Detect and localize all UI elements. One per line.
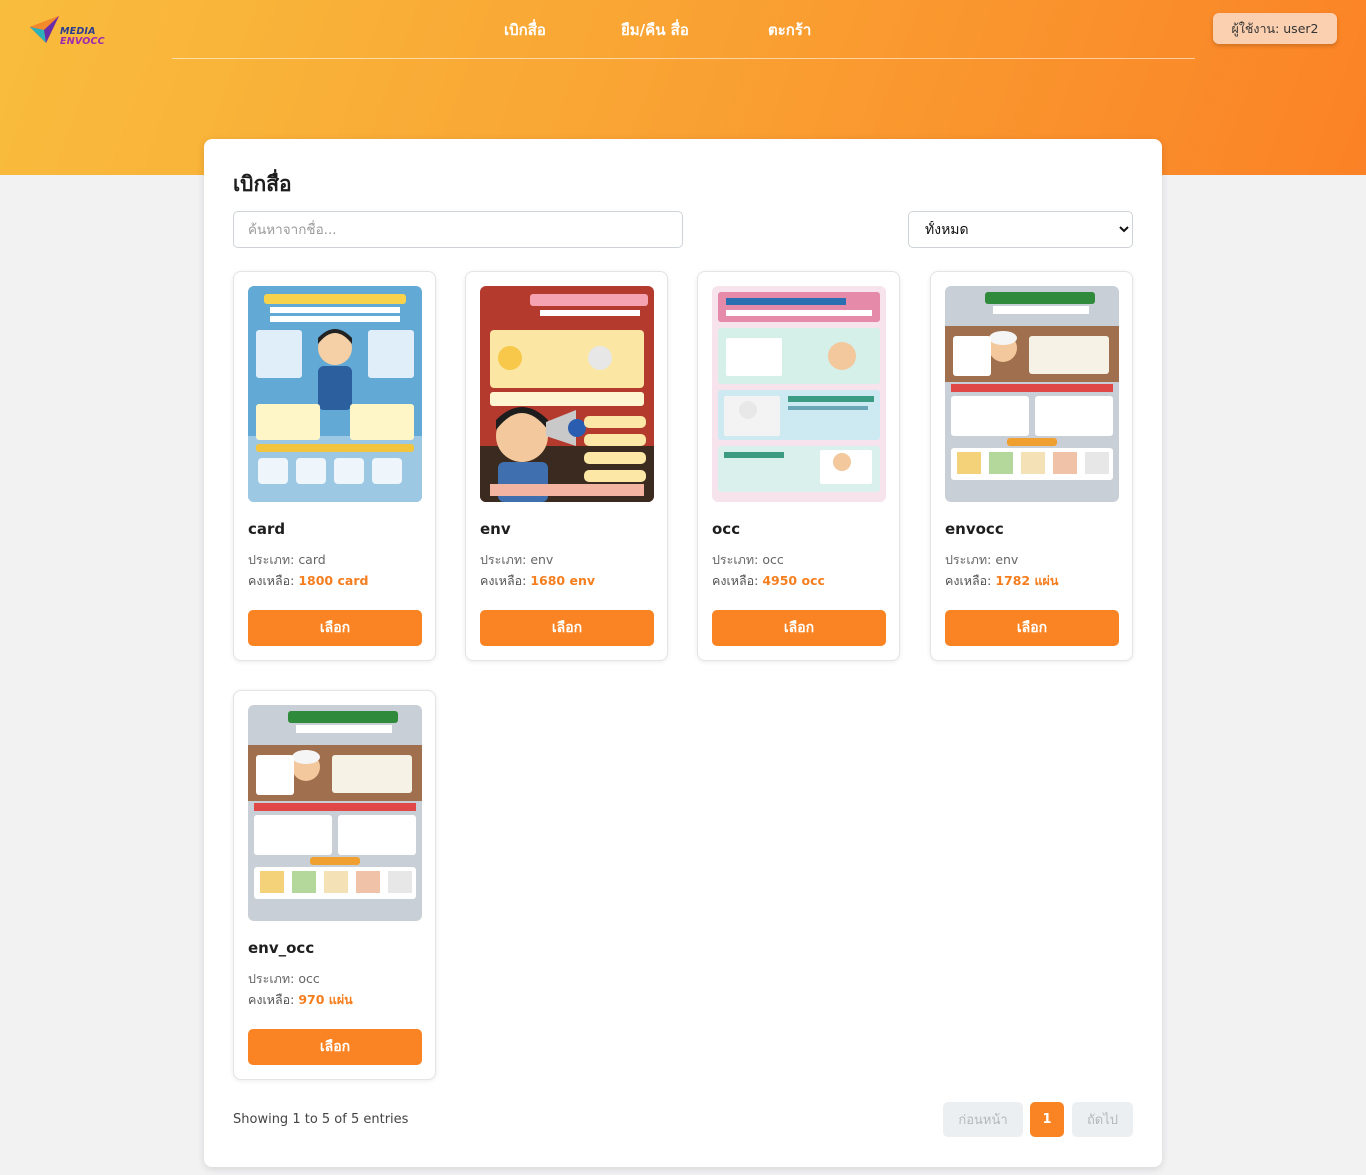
type-value: occ bbox=[762, 552, 784, 567]
media-stock: คงเหลือ: 1800 card bbox=[248, 571, 368, 591]
pagination-next-button[interactable]: ถัดไป bbox=[1072, 1102, 1133, 1137]
page-title: เบิกสื่อ bbox=[233, 172, 292, 196]
type-prefix: ประเภท: bbox=[248, 552, 299, 567]
type-value: occ bbox=[298, 971, 320, 986]
stock-value: 4950 occ bbox=[762, 573, 825, 588]
stock-prefix: คงเหลือ: bbox=[248, 573, 299, 588]
pagination-page-1[interactable]: 1 bbox=[1030, 1102, 1064, 1137]
stock-prefix: คงเหลือ: bbox=[712, 573, 763, 588]
media-name: env_occ bbox=[248, 939, 315, 957]
media-type: ประเภท: card bbox=[248, 550, 326, 570]
type-prefix: ประเภท: bbox=[248, 971, 299, 986]
media-name: envocc bbox=[945, 520, 1004, 538]
type-prefix: ประเภท: bbox=[945, 552, 996, 567]
media-type: ประเภท: env bbox=[480, 550, 553, 570]
media-name: env bbox=[480, 520, 511, 538]
stock-prefix: คงเหลือ: bbox=[480, 573, 531, 588]
nav-borrow-return[interactable]: ยืม/คืน สื่อ bbox=[621, 18, 689, 42]
search-input[interactable] bbox=[233, 211, 683, 248]
type-value: card bbox=[298, 552, 326, 567]
media-name: card bbox=[248, 520, 286, 538]
poster-thumbnail[interactable] bbox=[248, 705, 422, 921]
nav-divider bbox=[172, 58, 1195, 59]
select-button[interactable]: เลือก bbox=[480, 610, 654, 646]
media-type: ประเภท: occ bbox=[712, 550, 784, 570]
media-stock: คงเหลือ: 1680 env bbox=[480, 571, 595, 591]
media-stock: คงเหลือ: 1782 แผ่น bbox=[945, 571, 1058, 591]
select-button[interactable]: เลือก bbox=[712, 610, 886, 646]
nav-withdraw-media[interactable]: เบิกสื่อ bbox=[504, 18, 546, 42]
user-menu-button[interactable]: ผู้ใช้งาน: user2 bbox=[1213, 13, 1337, 44]
type-filter-select[interactable]: ทั้งหมด bbox=[908, 211, 1133, 248]
stock-prefix: คงเหลือ: bbox=[248, 992, 299, 1007]
media-card: env_occ ประเภท: occ คงเหลือ: 970 แผ่น เล… bbox=[233, 690, 436, 1080]
poster-thumbnail[interactable] bbox=[248, 286, 422, 502]
entries-info: Showing 1 to 5 of 5 entries bbox=[233, 1112, 409, 1127]
poster-thumbnail[interactable] bbox=[945, 286, 1119, 502]
media-card: env ประเภท: env คงเหลือ: 1680 env เลือก bbox=[465, 271, 668, 661]
main-nav: เบิกสื่อ ยืม/คืน สื่อ ตะกร้า bbox=[0, 18, 1366, 42]
select-button[interactable]: เลือก bbox=[945, 610, 1119, 646]
select-button[interactable]: เลือก bbox=[248, 610, 422, 646]
stock-value: 970 แผ่น bbox=[298, 992, 353, 1007]
media-card: envocc ประเภท: env คงเหลือ: 1782 แผ่น เล… bbox=[930, 271, 1133, 661]
type-prefix: ประเภท: bbox=[712, 552, 763, 567]
media-stock: คงเหลือ: 4950 occ bbox=[712, 571, 825, 591]
pagination-prev-button[interactable]: ก่อนหน้า bbox=[943, 1102, 1023, 1137]
media-card: card ประเภท: card คงเหลือ: 1800 card เลื… bbox=[233, 271, 436, 661]
poster-thumbnail[interactable] bbox=[480, 286, 654, 502]
stock-value: 1680 env bbox=[530, 573, 596, 588]
stock-prefix: คงเหลือ: bbox=[945, 573, 996, 588]
media-type: ประเภท: env bbox=[945, 550, 1018, 570]
media-type: ประเภท: occ bbox=[248, 969, 320, 989]
stock-value: 1800 card bbox=[298, 573, 369, 588]
nav-cart[interactable]: ตะกร้า bbox=[768, 18, 811, 42]
content-panel: เบิกสื่อ ทั้งหมด bbox=[204, 139, 1162, 1167]
media-name: occ bbox=[712, 520, 741, 538]
stock-value: 1782 แผ่น bbox=[995, 573, 1059, 588]
type-value: env bbox=[530, 552, 554, 567]
type-prefix: ประเภท: bbox=[480, 552, 531, 567]
type-value: env bbox=[995, 552, 1019, 567]
media-stock: คงเหลือ: 970 แผ่น bbox=[248, 990, 353, 1010]
select-button[interactable]: เลือก bbox=[248, 1029, 422, 1065]
poster-thumbnail[interactable] bbox=[712, 286, 886, 502]
media-card: occ ประเภท: occ คงเหลือ: 4950 occ เลือก bbox=[697, 271, 900, 661]
